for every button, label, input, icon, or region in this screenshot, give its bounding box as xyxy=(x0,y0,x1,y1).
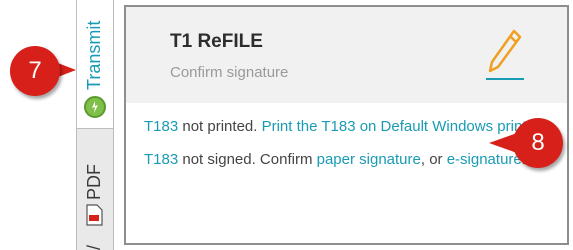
refile-card: T1 ReFILE Confirm signature T183 not pri… xyxy=(124,5,569,245)
message-text: not signed. Confirm xyxy=(178,151,317,168)
callout-8-badge: 8 xyxy=(513,118,563,168)
t183-link[interactable]: T183 xyxy=(144,118,178,135)
pdf-file-icon xyxy=(85,204,103,226)
message-text: , or xyxy=(420,151,447,168)
card-title: T1 ReFILE xyxy=(170,31,263,52)
t183-link[interactable]: T183 xyxy=(144,151,178,168)
tab-separator: / xyxy=(84,244,104,250)
card-header: T1 ReFILE Confirm signature xyxy=(126,7,567,103)
e-signature-link[interactable]: e-signature xyxy=(447,151,522,168)
tab-transmit-label: Transmit xyxy=(84,20,104,90)
transmit-status-icon xyxy=(84,96,106,118)
callout-7-badge: 7 xyxy=(10,46,60,96)
message-text: not printed. xyxy=(178,118,262,135)
tab-transmit[interactable]: Transmit xyxy=(77,0,113,129)
side-tab-strip: Transmit PDF / xyxy=(76,0,114,250)
pencil-icon[interactable] xyxy=(484,27,524,85)
card-subtitle: Confirm signature xyxy=(170,64,289,81)
tab-pdf-label[interactable]: PDF xyxy=(84,164,105,200)
paper-signature-link[interactable]: paper signature xyxy=(317,151,421,168)
